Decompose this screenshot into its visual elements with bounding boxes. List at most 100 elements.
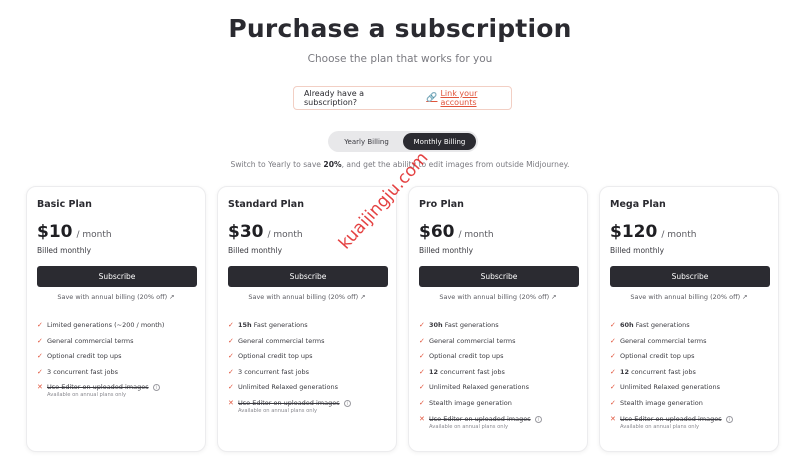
feature-disabled-note: Available on annual plans only: [238, 407, 318, 414]
note-prefix: Switch to Yearly to save: [230, 160, 324, 169]
feature-disabled-wrap: Use Editor on uploaded images i Available…: [620, 415, 733, 430]
info-icon[interactable]: i: [343, 399, 351, 407]
feature-list: ✓ 60h Fast generations ✓ General commerc…: [610, 321, 768, 437]
subscribe-button[interactable]: Subscribe: [419, 266, 579, 287]
price-period: / month: [76, 230, 112, 240]
page-title: Purchase a subscription: [228, 14, 572, 43]
plan-price: $60: [419, 222, 455, 242]
feature-disabled-text: Use Editor on uploaded images: [429, 414, 531, 423]
feature-disabled-text: Use Editor on uploaded images: [47, 383, 149, 392]
price-row: $60 / month: [419, 222, 577, 242]
feature-item: ✓ 15h Fast generations: [228, 321, 386, 337]
check-icon: ✓: [419, 352, 425, 361]
feature-text: 3 concurrent fast jobs: [238, 367, 309, 376]
check-icon: ✓: [610, 336, 616, 345]
feature-text: 15h Fast generations: [238, 321, 308, 329]
billing-frequency: Billed monthly: [37, 246, 92, 255]
billing-toggle[interactable]: Yearly Billing Monthly Billing: [328, 131, 478, 152]
feature-item-disabled: ✕ Use Editor on uploaded images i Availab…: [419, 415, 577, 437]
annual-billing-link[interactable]: Save with annual billing (20% off) ↗: [419, 293, 577, 301]
subscribe-button[interactable]: Subscribe: [610, 266, 770, 287]
feature-disabled-note: Available on annual plans only: [620, 423, 700, 430]
feature-text: 3 concurrent fast jobs: [47, 367, 118, 376]
feature-text: General commercial terms: [47, 336, 134, 345]
link-accounts-label[interactable]: Link your accounts: [440, 89, 511, 107]
feature-item: ✓ Optional credit top ups: [419, 352, 577, 368]
annual-billing-link[interactable]: Save with annual billing (20% off) ↗: [37, 293, 195, 301]
subscribe-button[interactable]: Subscribe: [228, 266, 388, 287]
feature-text: Optional credit top ups: [429, 352, 504, 361]
feature-item: ✓ Unlimited Relaxed generations: [610, 383, 768, 399]
feature-item-disabled: ✕ Use Editor on uploaded images i Availab…: [610, 415, 768, 437]
feature-text: Optional credit top ups: [47, 352, 122, 361]
feature-item: ✓ General commercial terms: [228, 337, 386, 353]
annual-billing-link[interactable]: Save with annual billing (20% off) ↗: [610, 293, 768, 301]
check-icon: ✓: [228, 367, 234, 376]
feature-text: 12 concurrent fast jobs: [429, 367, 505, 376]
feature-text: Optional credit top ups: [238, 352, 313, 361]
feature-list: ✓ 30h Fast generations ✓ General commerc…: [419, 321, 577, 437]
check-icon: ✓: [610, 367, 616, 376]
check-icon: ✓: [228, 383, 234, 392]
feature-item: ✓ General commercial terms: [37, 337, 195, 353]
feature-list: ✓ Limited generations (~200 / month) ✓ G…: [37, 321, 195, 405]
feature-disabled-text: Use Editor on uploaded images: [238, 398, 340, 407]
feature-text: Unlimited Relaxed generations: [620, 383, 720, 392]
feature-item: ✓ Stealth image generation: [610, 399, 768, 415]
feature-text: Stealth image generation: [620, 398, 703, 407]
existing-subscription-text: Already have a subscription?: [304, 89, 365, 107]
cross-icon: ✕: [37, 383, 43, 392]
monthly-billing-option[interactable]: Monthly Billing: [403, 133, 476, 150]
feature-item: ✓ 3 concurrent fast jobs: [37, 368, 195, 384]
feature-text: Stealth image generation: [429, 398, 512, 407]
feature-text: 30h Fast generations: [429, 321, 499, 329]
feature-item: ✓ 12 concurrent fast jobs: [610, 368, 768, 384]
feature-item: ✓ Optional credit top ups: [610, 352, 768, 368]
feature-item: ✓ Stealth image generation: [419, 399, 577, 415]
link-icon: 🔗: [426, 93, 438, 103]
info-icon[interactable]: i: [152, 384, 160, 392]
check-icon: ✓: [37, 321, 43, 329]
plan-card: Mega Plan $120 / month Billed monthly Su…: [599, 186, 779, 452]
annual-billing-link[interactable]: Save with annual billing (20% off) ↗: [228, 293, 386, 301]
subscribe-button[interactable]: Subscribe: [37, 266, 197, 287]
feature-disabled-wrap: Use Editor on uploaded images i Available…: [238, 399, 351, 414]
feature-item: ✓ 60h Fast generations: [610, 321, 768, 337]
plan-name: Basic Plan: [37, 199, 92, 210]
link-accounts-link[interactable]: 🔗 Link your accounts: [426, 89, 511, 107]
plan-price: $10: [37, 222, 73, 242]
check-icon: ✓: [37, 367, 43, 376]
feature-text: Limited generations (~200 / month): [47, 321, 165, 329]
check-icon: ✓: [419, 383, 425, 392]
feature-text: General commercial terms: [429, 336, 516, 345]
feature-item: ✓ General commercial terms: [419, 337, 577, 353]
billing-frequency: Billed monthly: [228, 246, 283, 255]
info-icon[interactable]: i: [725, 415, 733, 423]
feature-item: ✓ Limited generations (~200 / month): [37, 321, 195, 337]
page-subtitle: Choose the plan that works for you: [307, 53, 493, 65]
feature-item-disabled: ✕ Use Editor on uploaded images i Availab…: [37, 383, 195, 405]
price-period: / month: [661, 230, 697, 240]
feature-item: ✓ Optional credit top ups: [228, 352, 386, 368]
price-period: / month: [267, 230, 303, 240]
check-icon: ✓: [610, 383, 616, 392]
cross-icon: ✕: [419, 414, 425, 423]
check-icon: ✓: [610, 398, 616, 407]
info-icon[interactable]: i: [534, 415, 542, 423]
check-icon: ✓: [228, 321, 234, 329]
price-period: / month: [458, 230, 494, 240]
existing-subscription-box: Already have a subscription? 🔗 Link your…: [293, 86, 512, 110]
feature-item: ✓ General commercial terms: [610, 337, 768, 353]
plan-name: Pro Plan: [419, 199, 464, 210]
cross-icon: ✕: [610, 414, 616, 423]
feature-disabled-wrap: Use Editor on uploaded images i Available…: [429, 415, 542, 430]
check-icon: ✓: [419, 321, 425, 329]
feature-text: General commercial terms: [238, 336, 325, 345]
note-highlight: 20%: [323, 160, 342, 169]
feature-item: ✓ Optional credit top ups: [37, 352, 195, 368]
check-icon: ✓: [37, 352, 43, 361]
plan-card: Pro Plan $60 / month Billed monthly Subs…: [408, 186, 588, 452]
feature-disabled-note: Available on annual plans only: [429, 423, 509, 430]
yearly-billing-option[interactable]: Yearly Billing: [330, 133, 403, 150]
feature-text: General commercial terms: [620, 336, 707, 345]
